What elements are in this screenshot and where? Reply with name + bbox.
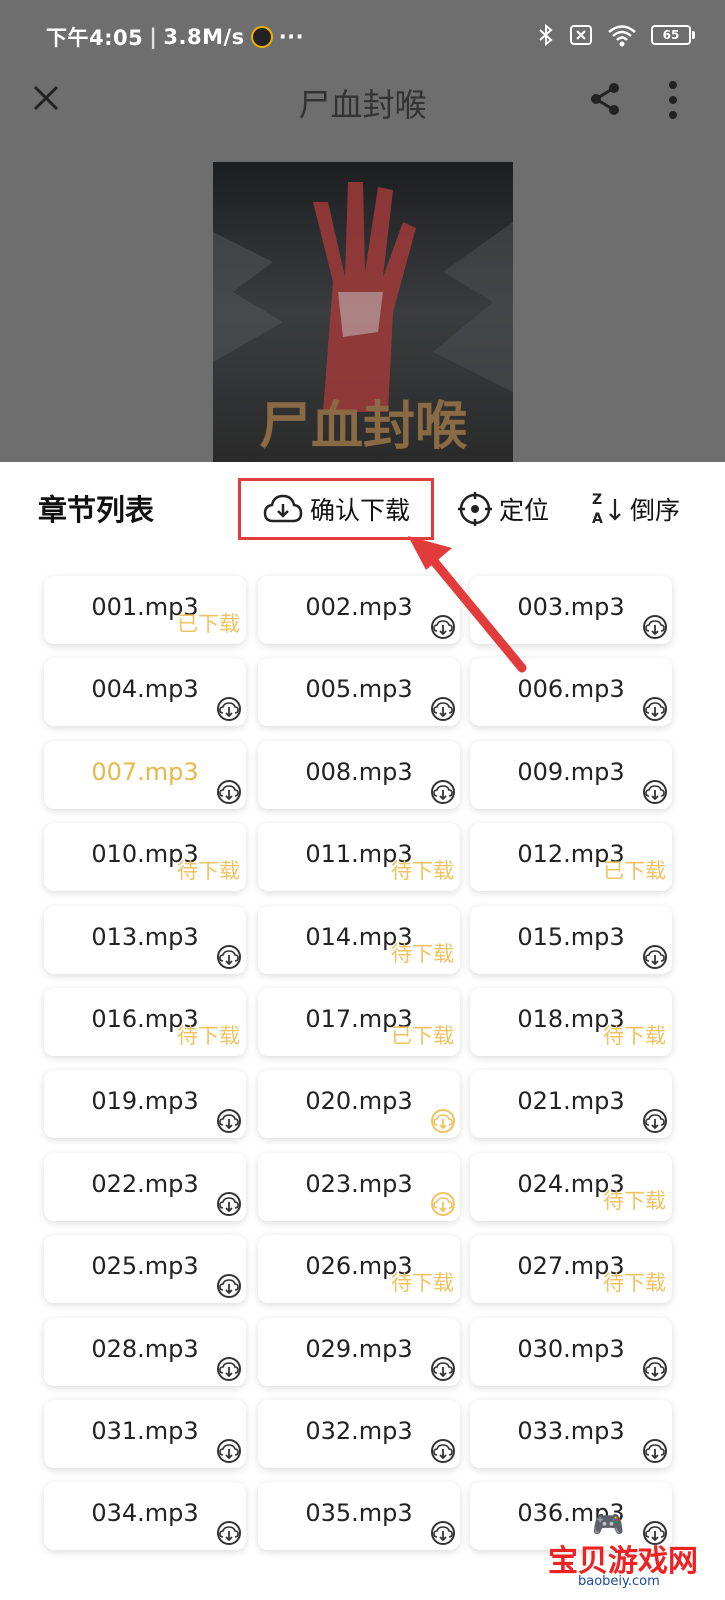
download-icon[interactable] — [430, 779, 456, 805]
chapter-item[interactable]: 013.mp3 — [44, 905, 246, 974]
chapter-item[interactable]: 010.mp3 待下载 — [44, 823, 246, 892]
download-status: 已下载 — [603, 859, 666, 884]
chapter-item[interactable]: 009.mp3 — [470, 740, 672, 809]
chapter-item[interactable]: 028.mp3 — [44, 1317, 246, 1386]
chapter-item[interactable]: 024.mp3 待下载 — [470, 1152, 672, 1221]
chapter-item[interactable]: 012.mp3 已下载 — [470, 823, 672, 892]
download-status: 待下载 — [391, 941, 454, 966]
download-status: 待下载 — [391, 1271, 454, 1296]
download-icon[interactable] — [216, 1273, 242, 1299]
chapter-item[interactable]: 033.mp3 — [470, 1400, 672, 1468]
chapter-item[interactable]: 029.mp3 — [258, 1317, 460, 1386]
chapter-item[interactable]: 007.mp3 — [44, 740, 246, 809]
chapter-item[interactable]: 027.mp3 待下载 — [470, 1235, 672, 1304]
chapter-item[interactable]: 008.mp3 — [258, 740, 460, 809]
download-status: 待下载 — [603, 1024, 666, 1048]
download-status: 待下载 — [177, 1024, 240, 1048]
watermark-domain: baobeiy.com — [578, 1574, 660, 1589]
chapter-item[interactable]: 031.mp3 — [44, 1400, 246, 1468]
download-icon[interactable] — [642, 1108, 668, 1134]
download-icon[interactable] — [216, 944, 242, 970]
download-icon[interactable] — [430, 1520, 456, 1546]
download-icon[interactable] — [430, 1438, 456, 1464]
chapter-item[interactable]: 021.mp3 — [470, 1070, 672, 1139]
download-icon[interactable] — [642, 696, 668, 722]
download-status: 待下载 — [603, 1271, 666, 1296]
chapter-item[interactable]: 014.mp3 待下载 — [258, 905, 460, 974]
chapter-item[interactable]: 011.mp3 待下载 — [258, 823, 460, 892]
site-watermark: 🎮 宝贝游戏网 baobeiy.com — [548, 1510, 698, 1590]
download-icon[interactable] — [216, 1108, 242, 1134]
download-status: 待下载 — [177, 859, 240, 884]
download-icon[interactable] — [216, 779, 242, 805]
chapter-item[interactable]: 018.mp3 待下载 — [470, 988, 672, 1056]
download-icon[interactable] — [430, 1191, 456, 1217]
chapter-item[interactable]: 035.mp3 — [258, 1482, 460, 1551]
download-status: 待下载 — [391, 859, 454, 884]
chapter-item[interactable]: 023.mp3 — [258, 1152, 460, 1221]
download-icon[interactable] — [216, 1191, 242, 1217]
chapter-item[interactable]: 030.mp3 — [470, 1317, 672, 1386]
chapter-item[interactable]: 025.mp3 — [44, 1235, 246, 1304]
download-icon[interactable] — [216, 696, 242, 722]
download-icon[interactable] — [430, 1108, 456, 1134]
download-icon[interactable] — [216, 1356, 242, 1382]
download-icon[interactable] — [642, 1438, 668, 1464]
chapter-item[interactable]: 034.mp3 — [44, 1482, 246, 1551]
download-status: 待下载 — [603, 1188, 666, 1213]
download-icon[interactable] — [216, 1438, 242, 1464]
chapter-item[interactable]: 019.mp3 — [44, 1070, 246, 1139]
download-icon[interactable] — [430, 696, 456, 722]
chapter-item[interactable]: 017.mp3 已下载 — [258, 988, 460, 1056]
chapter-item[interactable]: 016.mp3 待下载 — [44, 988, 246, 1056]
chapter-item[interactable]: 022.mp3 — [44, 1152, 246, 1221]
download-icon[interactable] — [642, 779, 668, 805]
download-icon[interactable] — [642, 944, 668, 970]
chapter-item[interactable]: 015.mp3 — [470, 905, 672, 974]
chapter-item[interactable]: 020.mp3 — [258, 1070, 460, 1139]
download-status: 已下载 — [391, 1024, 454, 1048]
download-icon[interactable] — [642, 1356, 668, 1382]
chapter-item[interactable]: 026.mp3 待下载 — [258, 1235, 460, 1304]
download-icon[interactable] — [430, 1356, 456, 1382]
download-icon[interactable] — [216, 1520, 242, 1546]
annotation-arrow — [408, 536, 527, 673]
chapter-item[interactable]: 032.mp3 — [258, 1400, 460, 1468]
